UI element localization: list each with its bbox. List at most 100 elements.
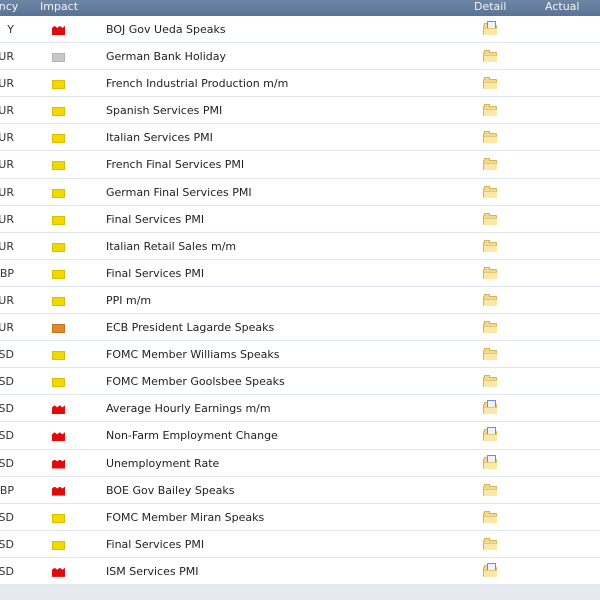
event-title[interactable]: Non-Farm Employment Change bbox=[106, 422, 278, 449]
column-header-actual[interactable]: Actual bbox=[545, 0, 579, 14]
folder-icon[interactable] bbox=[483, 321, 497, 334]
currency-cell: SD bbox=[0, 456, 14, 470]
event-title[interactable]: German Bank Holiday bbox=[106, 43, 226, 70]
folder-icon[interactable] bbox=[483, 104, 497, 117]
table-row[interactable]: SD Non-Farm Employment Change bbox=[0, 422, 600, 450]
high-impact-icon bbox=[52, 432, 65, 442]
low-impact-icon bbox=[52, 80, 65, 90]
table-row[interactable]: SD FOMC Member Goolsbee Speaks bbox=[0, 368, 600, 396]
table-row[interactable]: SD FOMC Member Williams Speaks bbox=[0, 341, 600, 369]
event-title[interactable]: FOMC Member Goolsbee Speaks bbox=[106, 368, 285, 395]
table-row[interactable]: SD Unemployment Rate bbox=[0, 450, 600, 477]
currency-cell: UR bbox=[0, 239, 14, 253]
table-row[interactable]: UR German Bank Holiday bbox=[0, 43, 600, 71]
folder-icon[interactable] bbox=[483, 483, 497, 496]
medium-impact-icon bbox=[52, 324, 65, 334]
table-row[interactable]: UR French Final Services PMI bbox=[0, 151, 600, 179]
event-title[interactable]: French Industrial Production m/m bbox=[106, 70, 288, 97]
folder-doc-icon[interactable] bbox=[483, 427, 497, 442]
low-impact-icon bbox=[52, 269, 65, 279]
table-row[interactable]: BP BOE Gov Bailey Speaks bbox=[0, 477, 600, 504]
folder-icon[interactable] bbox=[483, 77, 497, 90]
column-header-currency[interactable]: ency bbox=[0, 0, 18, 14]
folder-icon[interactable] bbox=[483, 348, 497, 361]
table-row[interactable]: SD Average Hourly Earnings m/m bbox=[0, 395, 600, 423]
event-title[interactable]: BOE Gov Bailey Speaks bbox=[106, 477, 234, 504]
event-title[interactable]: Final Services PMI bbox=[106, 531, 204, 558]
low-impact-icon bbox=[52, 540, 65, 550]
low-impact-icon bbox=[52, 107, 65, 117]
event-title[interactable]: Average Hourly Earnings m/m bbox=[106, 395, 271, 422]
currency-cell: Y bbox=[7, 23, 14, 36]
low-impact-icon bbox=[52, 378, 65, 388]
currency-cell: BP bbox=[0, 266, 14, 280]
currency-cell: UR bbox=[0, 293, 14, 307]
currency-cell: SD bbox=[0, 564, 14, 578]
event-title[interactable]: French Final Services PMI bbox=[106, 151, 244, 178]
event-title[interactable]: Italian Services PMI bbox=[106, 124, 213, 151]
event-title[interactable]: Italian Retail Sales m/m bbox=[106, 233, 236, 260]
table-row[interactable]: SD FOMC Member Miran Speaks bbox=[0, 504, 600, 531]
event-title[interactable]: PPI m/m bbox=[106, 287, 151, 314]
folder-doc-icon[interactable] bbox=[483, 562, 497, 577]
folder-icon[interactable] bbox=[483, 266, 497, 279]
high-impact-icon bbox=[52, 26, 65, 35]
currency-cell: SD bbox=[0, 348, 14, 362]
high-impact-icon bbox=[52, 459, 65, 469]
folder-icon[interactable] bbox=[483, 185, 497, 198]
currency-cell: UR bbox=[0, 185, 14, 199]
folder-doc-icon[interactable] bbox=[483, 454, 497, 469]
event-title[interactable]: BOJ Gov Ueda Speaks bbox=[106, 16, 226, 43]
currency-cell: UR bbox=[0, 77, 14, 91]
table-row[interactable]: SD Final Services PMI bbox=[0, 531, 600, 558]
low-impact-icon bbox=[52, 161, 65, 171]
table-row[interactable]: BP Final Services PMI bbox=[0, 260, 600, 287]
currency-cell: UR bbox=[0, 50, 14, 64]
currency-cell: SD bbox=[0, 537, 14, 551]
folder-icon[interactable] bbox=[483, 510, 497, 523]
folder-doc-icon[interactable] bbox=[483, 400, 497, 415]
currency-cell: SD bbox=[0, 510, 14, 524]
table-row[interactable]: UR German Final Services PMI bbox=[0, 179, 600, 206]
column-header-impact[interactable]: Impact bbox=[40, 0, 78, 14]
low-impact-icon bbox=[52, 215, 65, 225]
event-title[interactable]: Final Services PMI bbox=[106, 260, 204, 287]
table-row[interactable]: UR French Industrial Production m/m bbox=[0, 70, 600, 98]
low-impact-icon bbox=[52, 351, 65, 361]
event-title[interactable]: ECB President Lagarde Speaks bbox=[106, 314, 274, 341]
high-impact-icon bbox=[52, 486, 65, 496]
table-row[interactable]: UR Italian Retail Sales m/m bbox=[0, 233, 600, 260]
table-row[interactable]: UR PPI m/m bbox=[0, 287, 600, 315]
table-row[interactable]: UR Italian Services PMI bbox=[0, 124, 600, 152]
folder-icon[interactable] bbox=[483, 239, 497, 252]
folder-icon[interactable] bbox=[483, 50, 497, 63]
table-row[interactable]: UR Spanish Services PMI bbox=[0, 97, 600, 125]
table-row[interactable]: Y BOJ Gov Ueda Speaks bbox=[0, 16, 600, 44]
table-row[interactable]: UR Final Services PMI bbox=[0, 206, 600, 233]
folder-icon[interactable] bbox=[483, 293, 497, 306]
column-header-detail[interactable]: Detail bbox=[474, 0, 506, 14]
folder-icon[interactable] bbox=[483, 131, 497, 144]
low-impact-icon bbox=[52, 188, 65, 198]
event-title[interactable]: FOMC Member Miran Speaks bbox=[106, 504, 264, 531]
low-impact-icon bbox=[52, 242, 65, 252]
table-row[interactable]: SD ISM Services PMI bbox=[0, 558, 600, 585]
currency-cell: UR bbox=[0, 131, 14, 145]
table-row[interactable]: UR ECB President Lagarde Speaks bbox=[0, 314, 600, 342]
event-title[interactable]: German Final Services PMI bbox=[106, 179, 252, 206]
event-title[interactable]: Spanish Services PMI bbox=[106, 97, 222, 124]
currency-cell: UR bbox=[0, 212, 14, 226]
event-title[interactable]: FOMC Member Williams Speaks bbox=[106, 341, 280, 368]
folder-icon[interactable] bbox=[483, 158, 497, 171]
folder-icon[interactable] bbox=[483, 537, 497, 550]
event-title[interactable]: Unemployment Rate bbox=[106, 450, 219, 477]
calendar-table-body: Y BOJ Gov Ueda Speaks UR German Bank Holida… bbox=[0, 16, 600, 585]
currency-cell: UR bbox=[0, 321, 14, 335]
event-title[interactable]: ISM Services PMI bbox=[106, 558, 198, 585]
currency-cell: SD bbox=[0, 429, 14, 443]
event-title[interactable]: Final Services PMI bbox=[106, 206, 204, 233]
folder-icon[interactable] bbox=[483, 212, 497, 225]
folder-doc-icon[interactable] bbox=[483, 21, 497, 35]
folder-icon[interactable] bbox=[483, 375, 497, 388]
holiday-impact-icon bbox=[52, 53, 65, 63]
